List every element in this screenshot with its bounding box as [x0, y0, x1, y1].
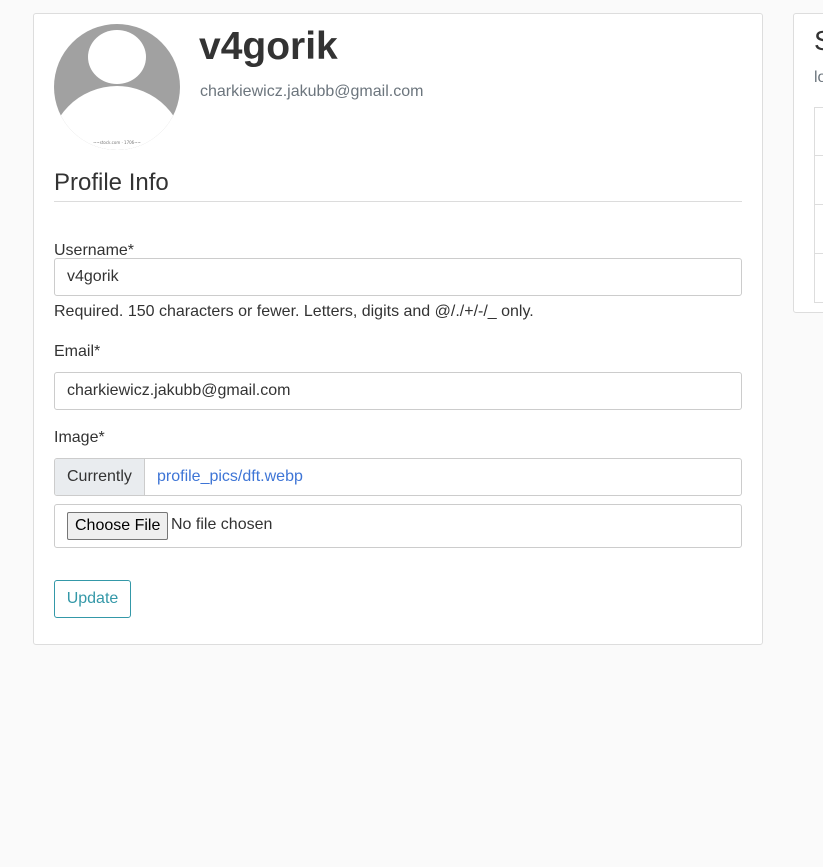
avatar-head-shape: [88, 30, 146, 84]
sidebar-subtitle: lo: [814, 69, 823, 86]
sidebar-list-item[interactable]: [814, 107, 823, 156]
image-current-group: Currently profile_pics/dft.webp: [54, 458, 742, 496]
profile-email: charkiewicz.jakubb@gmail.com: [200, 83, 424, 100]
section-title: Profile Info: [54, 169, 169, 196]
sidebar-list-item[interactable]: [814, 205, 823, 254]
avatar-watermark: ~~stock.com · 1706~~: [93, 140, 141, 145]
sidebar-title: S: [814, 24, 823, 58]
sidebar-list-item[interactable]: [814, 156, 823, 205]
image-currently-label: Currently: [55, 459, 145, 495]
image-current-file-link[interactable]: profile_pics/dft.webp: [157, 459, 303, 495]
sidebar-card: S lo: [793, 13, 823, 313]
avatar: ~~stock.com · 1706~~: [54, 24, 180, 150]
update-button[interactable]: Update: [54, 580, 131, 618]
username-input[interactable]: v4gorik: [54, 258, 742, 296]
choose-file-button[interactable]: Choose File: [67, 512, 169, 540]
section-divider: [54, 201, 742, 202]
sidebar-list-item[interactable]: [814, 254, 823, 303]
image-file-input[interactable]: Choose File No file chosen: [54, 504, 742, 548]
sidebar-list: [814, 107, 823, 303]
profile-username: v4gorik: [199, 25, 338, 68]
username-help-text: Required. 150 characters or fewer. Lette…: [54, 303, 534, 320]
email-input[interactable]: charkiewicz.jakubb@gmail.com: [54, 372, 742, 410]
file-status-text: No file chosen: [171, 516, 273, 533]
profile-card: ~~stock.com · 1706~~ v4gorik charkiewicz…: [33, 13, 763, 645]
email-label: Email*: [54, 343, 101, 360]
image-label: Image*: [54, 429, 105, 446]
